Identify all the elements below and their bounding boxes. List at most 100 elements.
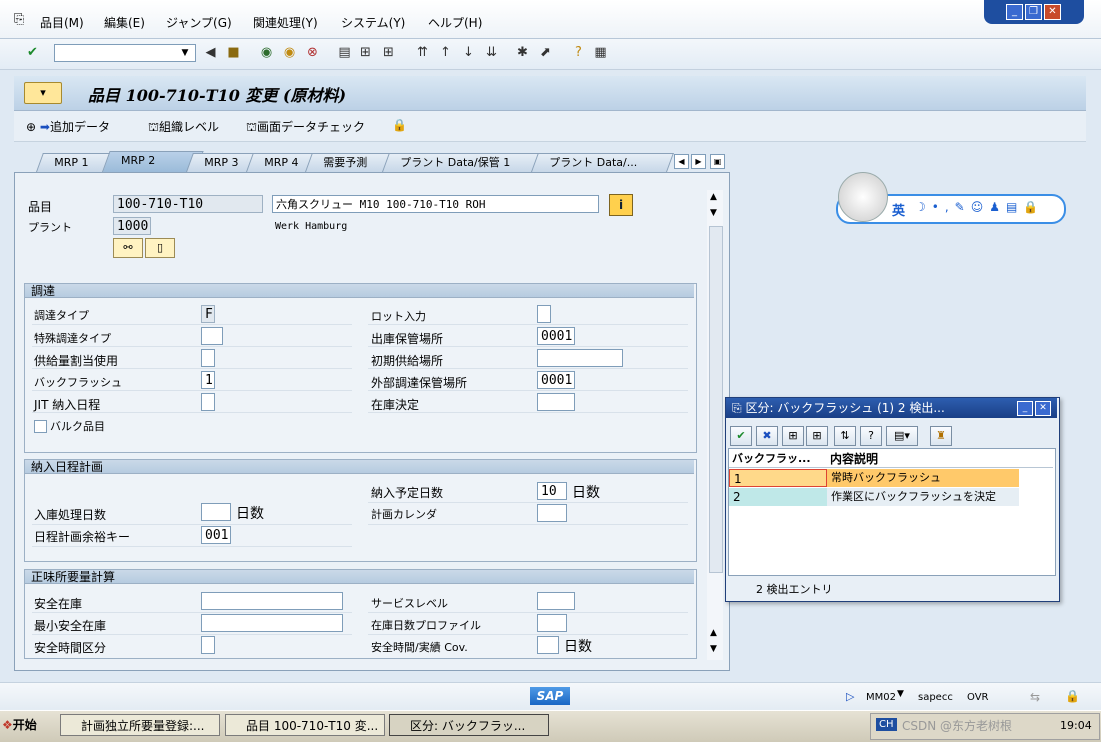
shortcut-icon[interactable]: ⬈ <box>537 44 554 61</box>
default-supply-field[interactable] <box>537 349 623 367</box>
issue-sloc-field[interactable]: 0001 <box>537 327 575 345</box>
close-button[interactable]: ✕ <box>1044 4 1061 20</box>
scroll-down-icon[interactable]: ▼ <box>710 644 717 654</box>
minimize-button[interactable]: _ <box>1006 4 1023 20</box>
save-icon[interactable]: ■ <box>225 44 242 61</box>
pdt-field[interactable]: 10 <box>537 482 567 500</box>
material-description-field[interactable]: 六角スクリュー M10 100-710-T10 ROH <box>272 195 599 213</box>
vertical-scrollbar[interactable]: ▲ ▼ ▲ ▼ <box>707 190 723 660</box>
batch-entry-field[interactable] <box>537 305 551 323</box>
last-page-icon[interactable]: ⇊ <box>483 44 500 61</box>
sort-icon[interactable]: ⇅ <box>834 426 856 446</box>
table-row-desc[interactable]: 作業区にバックフラッシュを決定 <box>827 488 1019 506</box>
cancel-icon[interactable]: ✖ <box>756 426 778 446</box>
gr-time-field[interactable] <box>201 503 231 521</box>
backflush-field[interactable]: 1 <box>201 371 215 389</box>
safety-time-ind-field[interactable] <box>201 636 215 654</box>
ime-lang[interactable]: 英 <box>892 200 905 219</box>
org-level-button[interactable]: ⛫組織レベル <box>148 118 219 136</box>
table-row-code[interactable]: 1 <box>729 469 827 487</box>
safety-stock-field[interactable] <box>201 592 343 610</box>
chevron-down-icon[interactable]: ▼ <box>178 45 192 61</box>
exit-icon[interactable]: ◉ <box>281 44 298 61</box>
command-field[interactable] <box>54 44 196 62</box>
service-level-field[interactable] <box>537 592 575 610</box>
safety-time-field[interactable] <box>537 636 559 654</box>
enter-icon[interactable]: ✔ <box>24 44 41 61</box>
quota-label: 供給量割当使用 <box>34 354 119 368</box>
print-icon[interactable]: ▤▾ <box>886 426 918 446</box>
document-icon[interactable]: ▯ <box>145 238 175 258</box>
ime-indicator[interactable]: CH <box>876 718 897 731</box>
chevron-down-icon[interactable]: ▼ <box>897 689 904 699</box>
check-data-button[interactable]: ⛫画面データチェック <box>246 118 365 136</box>
find-icon[interactable]: ⊞ <box>357 44 374 61</box>
confirm-icon[interactable]: ✔ <box>730 426 752 446</box>
minimize-icon[interactable]: _ <box>1017 401 1033 416</box>
ime-tools-icon[interactable]: ☽•,✎☺♟▤🔒 <box>915 200 1044 214</box>
menu-extras[interactable]: 関連処理(Y) <box>253 14 318 31</box>
help-icon[interactable]: ? <box>570 44 587 61</box>
coverage-field[interactable] <box>537 614 567 632</box>
restore-button[interactable]: ❐ <box>1025 4 1042 20</box>
taskbar-item[interactable]: 計画独立所要量登録:... <box>60 714 220 736</box>
sm-key-field[interactable]: 001 <box>201 526 231 544</box>
start-button[interactable]: ❖开始 <box>2 713 50 737</box>
tab-plant-data-1[interactable]: プラント Data/保管 1 <box>382 153 549 172</box>
quota-field[interactable] <box>201 349 215 367</box>
find-next-icon[interactable]: ⊞ <box>380 44 397 61</box>
scroll-thumb[interactable] <box>709 226 723 573</box>
bulk-checkbox[interactable] <box>34 420 47 433</box>
add-data-button[interactable]: ⊕ ➡追加データ <box>26 118 110 135</box>
menu-icon[interactable]: ▾ <box>24 82 62 104</box>
column-header-code[interactable]: バックフラッ... <box>732 450 811 468</box>
taskbar-item[interactable]: 品目 100-710-T10 変... <box>225 714 385 736</box>
scroll-down-icon[interactable]: ▼ <box>710 208 717 218</box>
tab-plant-data-2[interactable]: プラント Data/... <box>531 153 674 172</box>
info-icon[interactable]: i <box>609 194 633 216</box>
close-icon[interactable]: ✕ <box>1035 401 1051 416</box>
tab-prev-icon[interactable]: ◀ <box>674 154 689 169</box>
find-icon[interactable]: ⊞ <box>782 426 804 446</box>
menu-system[interactable]: システム(Y) <box>341 14 405 31</box>
scroll-up-icon[interactable]: ▲ <box>710 628 717 638</box>
menu-help[interactable]: ヘルプ(H) <box>428 14 482 31</box>
play-icon[interactable]: ▷ <box>846 690 854 703</box>
taskbar-item-active[interactable]: 区分: バックフラッ... <box>389 714 549 736</box>
print-icon[interactable]: ▤ <box>336 44 353 61</box>
app-menu-icon[interactable]: ⎘ <box>14 12 24 27</box>
back-arrow-icon[interactable]: ◀ <box>202 44 219 61</box>
link-icon[interactable]: ⚯ <box>113 238 143 258</box>
help-icon[interactable]: ? <box>860 426 882 446</box>
special-proc-field[interactable] <box>201 327 223 345</box>
min-safety-field[interactable] <box>201 614 343 632</box>
layout-menu-icon[interactable]: ▦ <box>592 44 609 61</box>
sap-logo: SAP <box>530 687 570 705</box>
jit-field[interactable] <box>201 393 215 411</box>
lock-icon[interactable]: 🔒 <box>392 118 407 132</box>
new-session-icon[interactable]: ✱ <box>514 44 531 61</box>
cancel-icon[interactable]: ⊗ <box>304 44 321 61</box>
menu-material[interactable]: 品目(M) <box>40 14 84 31</box>
tab-list-icon[interactable]: ▣ <box>710 154 725 169</box>
menu-edit[interactable]: 編集(E) <box>104 14 145 31</box>
procurement-group-title: 調達 <box>25 284 694 298</box>
scroll-up-icon[interactable]: ▲ <box>710 192 717 202</box>
column-header-desc[interactable]: 内容説明 <box>830 450 878 468</box>
ext-sloc-field[interactable]: 0001 <box>537 371 575 389</box>
next-page-icon[interactable]: ↓ <box>460 44 477 61</box>
proc-type-label: 調達タイプ <box>34 309 89 322</box>
prev-page-icon[interactable]: ↑ <box>437 44 454 61</box>
calendar-field[interactable] <box>537 504 567 522</box>
first-page-icon[interactable]: ⇈ <box>414 44 431 61</box>
find-next-icon[interactable]: ⊞ <box>806 426 828 446</box>
stock-det-field[interactable] <box>537 393 575 411</box>
table-row-code[interactable]: 2 <box>729 488 827 506</box>
table-row-desc[interactable]: 常時バックフラッシュ <box>827 469 1019 487</box>
personal-list-icon[interactable]: ♜ <box>930 426 952 446</box>
dialog-title-bar[interactable]: ⎘ 区分: バックフラッシュ (1) 2 検出... _ ✕ <box>726 398 1057 418</box>
ime-avatar-icon[interactable] <box>838 172 888 222</box>
back-icon[interactable]: ◉ <box>258 44 275 61</box>
menu-goto[interactable]: ジャンプ(G) <box>166 14 232 31</box>
tab-next-icon[interactable]: ▶ <box>691 154 706 169</box>
